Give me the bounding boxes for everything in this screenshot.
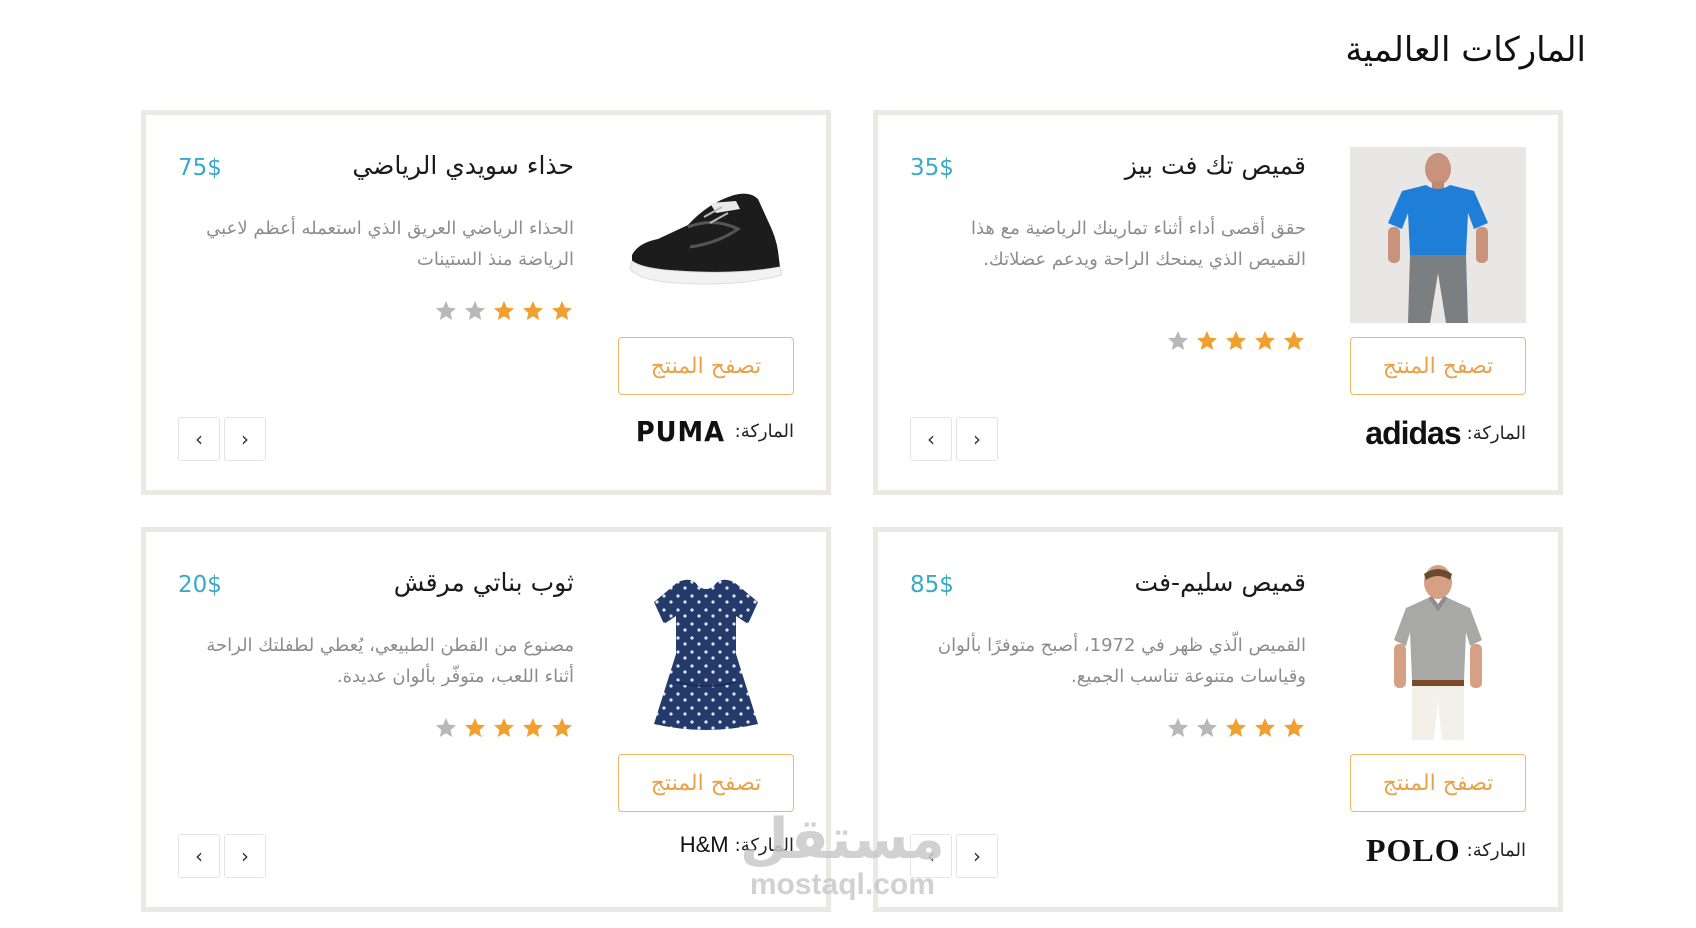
hm-logo: H&M	[679, 832, 729, 857]
product-card: ثوب بناتي مرقش 20$ مصنوع من القطن الطبيع…	[141, 527, 831, 912]
product-description: القميص الّذي ظهر في 1972، أصبح متوفرًا ب…	[937, 635, 1306, 687]
star-filled-icon	[521, 299, 545, 323]
product-image[interactable]	[618, 564, 794, 740]
polo-logo: POLO	[1365, 832, 1461, 868]
carousel-nav: ‹ ›	[910, 417, 998, 461]
star-filled-icon	[1282, 329, 1306, 353]
section-title: الماركات العالمية	[1345, 30, 1586, 70]
star-filled-icon	[1224, 329, 1248, 353]
product-image[interactable]	[1350, 147, 1526, 323]
browse-product-button[interactable]: تصفح المنتج	[618, 754, 794, 812]
sneaker-icon	[629, 193, 783, 285]
chevron-right-icon[interactable]: ›	[224, 834, 266, 878]
product-description: الحذاء الرياضي العريق الذي استعمله أعظم …	[206, 218, 574, 270]
brand-row: الماركة: POLO	[1366, 832, 1526, 869]
star-empty-icon	[1166, 716, 1190, 740]
product-price: 20$	[178, 572, 222, 598]
star-filled-icon	[1224, 716, 1248, 740]
product-card: قميص تك فت بيز 35$ حقق أقصى أداء أثناء ت…	[873, 110, 1563, 495]
brand-label: الماركة:	[1466, 423, 1526, 444]
star-filled-icon	[463, 716, 487, 740]
brand-label: الماركة:	[1466, 840, 1526, 861]
chevron-left-icon[interactable]: ‹	[910, 417, 952, 461]
chevron-left-icon[interactable]: ‹	[178, 834, 220, 878]
product-name[interactable]: قميص تك فت بيز	[1125, 151, 1306, 180]
product-image[interactable]	[1350, 564, 1526, 740]
star-empty-icon	[434, 716, 458, 740]
product-name[interactable]: حذاء سويدي الرياضي	[352, 151, 574, 180]
product-price: 75$	[178, 155, 222, 181]
adidas-logo: adidas	[1365, 415, 1461, 451]
star-empty-icon	[1195, 716, 1219, 740]
star-empty-icon	[463, 299, 487, 323]
star-filled-icon	[550, 299, 574, 323]
star-filled-icon	[1253, 329, 1277, 353]
watermark-arabic: مستقل	[740, 807, 945, 872]
product-name[interactable]: قميص سليم-فت	[1135, 568, 1306, 597]
polo-shirt-icon	[1394, 565, 1482, 740]
product-name[interactable]: ثوب بناتي مرقش	[394, 568, 574, 597]
star-filled-icon	[550, 716, 574, 740]
star-empty-icon	[434, 299, 458, 323]
product-image[interactable]	[618, 147, 794, 323]
product-description: مصنوع من القطن الطبيعي، يُعطي لطفلتك الر…	[206, 635, 574, 687]
chevron-left-icon[interactable]: ‹	[178, 417, 220, 461]
star-filled-icon	[1282, 716, 1306, 740]
rating-stars	[429, 716, 574, 740]
rating-stars	[429, 299, 574, 323]
puma-logo: PUMA	[635, 415, 725, 448]
watermark-latin: mostaql.com	[749, 868, 935, 901]
product-price: 35$	[910, 155, 954, 181]
star-filled-icon	[521, 716, 545, 740]
browse-product-button[interactable]: تصفح المنتج	[1350, 754, 1526, 812]
product-description: حقق أقصى أداء أثناء تمارينك الرياضية مع …	[970, 218, 1306, 270]
product-card: حذاء سويدي الرياضي 75$ الحذاء الرياضي ال…	[141, 110, 831, 495]
watermark: مستقل mostaql.com	[740, 812, 945, 902]
products-grid: قميص تك فت بيز 35$ حقق أقصى أداء أثناء ت…	[141, 110, 1563, 915]
chevron-right-icon[interactable]: ›	[956, 417, 998, 461]
star-filled-icon	[492, 716, 516, 740]
blue-tshirt-icon	[1350, 147, 1526, 323]
chevron-right-icon[interactable]: ›	[956, 834, 998, 878]
star-filled-icon	[1253, 716, 1277, 740]
rating-stars	[1161, 716, 1306, 740]
carousel-nav: ‹ ›	[178, 417, 266, 461]
brand-row: الماركة: adidas	[1365, 415, 1526, 452]
chevron-right-icon[interactable]: ›	[224, 417, 266, 461]
brand-label: الماركة:	[734, 421, 794, 442]
star-filled-icon	[1195, 329, 1219, 353]
brand-row: الماركة: PUMA	[632, 415, 794, 448]
dress-icon	[654, 579, 758, 730]
star-empty-icon	[1166, 329, 1190, 353]
carousel-nav: ‹ ›	[178, 834, 266, 878]
star-filled-icon	[492, 299, 516, 323]
browse-product-button[interactable]: تصفح المنتج	[1350, 337, 1526, 395]
product-card: قميص سليم-فت 85$ القميص الّذي ظهر في 197…	[873, 527, 1563, 912]
browse-product-button[interactable]: تصفح المنتج	[618, 337, 794, 395]
rating-stars	[1161, 329, 1306, 353]
product-price: 85$	[910, 572, 954, 598]
